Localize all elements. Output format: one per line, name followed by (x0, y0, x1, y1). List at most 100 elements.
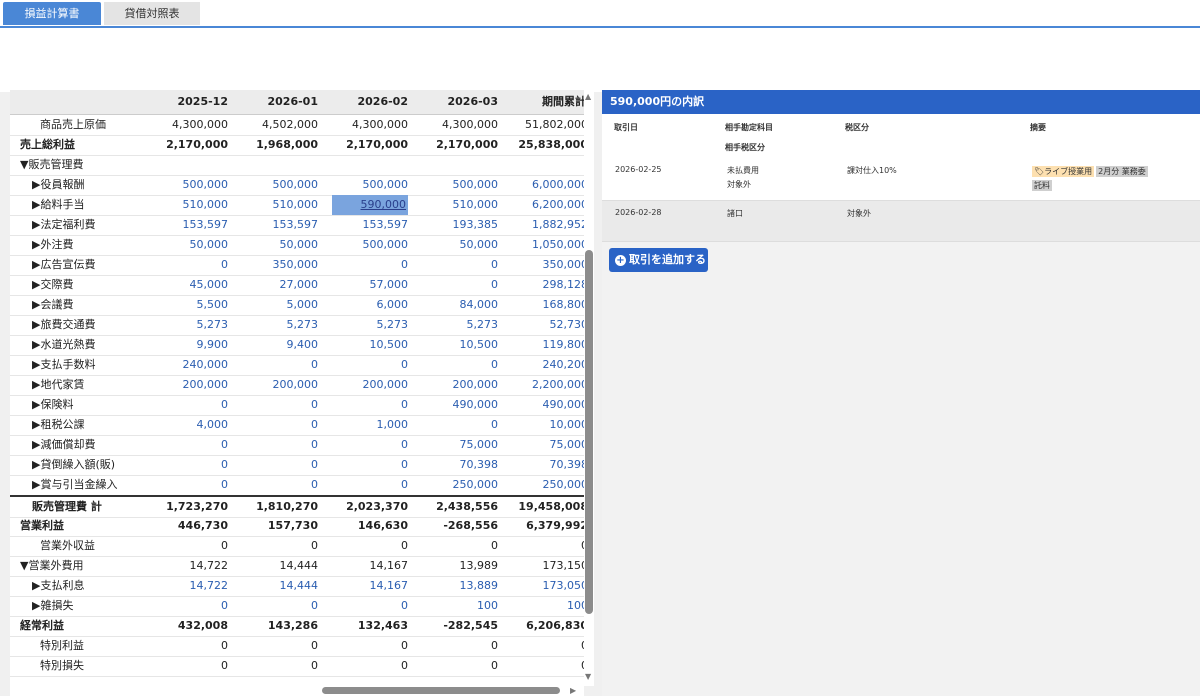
memo-tag[interactable]: 2月分 業務委 (1096, 166, 1148, 177)
table-cell[interactable]: 10,000 (510, 415, 585, 435)
table-cell[interactable]: 4,000 (150, 415, 229, 435)
transaction-row[interactable]: 2026-02-28 諸口 対象外 (602, 201, 1200, 242)
table-cell[interactable]: 100 (510, 596, 584, 616)
row-label[interactable]: ▶租税公課 (32, 415, 84, 435)
table-cell[interactable]: 84,000 (420, 295, 499, 315)
table-cell[interactable]: 0 (150, 395, 228, 415)
row-label[interactable]: ▶地代家賃 (32, 375, 84, 395)
table-cell[interactable]: 50,000 (420, 235, 499, 255)
row-label[interactable]: ▶減価償却費 (32, 435, 95, 455)
table-cell[interactable]: 0 (330, 255, 408, 275)
table-cell[interactable]: 13,889 (420, 576, 499, 596)
table-cell[interactable]: 0 (420, 255, 498, 275)
table-cell[interactable]: 0 (240, 355, 318, 375)
memo-tag-continued[interactable]: 託料 (1032, 180, 1052, 191)
transaction-row[interactable]: 2026-02-25 未払費用 対象外 課対仕入10% 🏷ライブ授業用 2月分 業… (602, 158, 1200, 201)
tab-income-statement[interactable]: 損益計算書 (3, 2, 101, 25)
table-cell[interactable]: 5,273 (240, 315, 319, 335)
table-cell[interactable]: 9,400 (240, 335, 319, 355)
table-cell[interactable]: 5,273 (420, 315, 499, 335)
row-label[interactable]: ▶水道光熱費 (32, 335, 95, 355)
table-cell[interactable]: 45,000 (150, 275, 229, 295)
table-cell[interactable]: 240,000 (150, 355, 229, 375)
tag-icon-label[interactable]: 🏷ライブ授業用 (1032, 166, 1095, 177)
table-cell[interactable]: 490,000 (510, 395, 585, 415)
table-cell[interactable]: 0 (330, 455, 408, 475)
table-cell[interactable]: 14,722 (150, 576, 229, 596)
table-cell[interactable]: 0 (240, 475, 318, 495)
table-cell[interactable]: 0 (240, 455, 318, 475)
table-cell[interactable]: 52,730 (510, 315, 585, 335)
table-cell[interactable]: 119,800 (510, 335, 585, 355)
table-cell[interactable]: 298,128 (510, 275, 585, 295)
table-cell[interactable]: 200,000 (420, 375, 499, 395)
row-label[interactable]: ▶雑損失 (32, 596, 73, 616)
table-cell[interactable]: 0 (330, 596, 408, 616)
table-cell[interactable]: 27,000 (240, 275, 319, 295)
table-cell[interactable]: 6,000 (330, 295, 409, 315)
table-cell[interactable]: 57,000 (330, 275, 409, 295)
table-cell[interactable]: 490,000 (420, 395, 499, 415)
row-label[interactable]: ▶会議費 (32, 295, 73, 315)
table-cell[interactable]: 14,444 (240, 576, 319, 596)
table-cell[interactable]: 50,000 (240, 235, 319, 255)
table-cell[interactable]: 0 (150, 475, 228, 495)
row-label[interactable]: ▶旅費交通費 (32, 315, 95, 335)
row-label[interactable]: ▶外注費 (32, 235, 73, 255)
vertical-scrollbar[interactable]: ▲ ▼ (584, 90, 594, 686)
table-cell[interactable]: 500,000 (240, 175, 319, 195)
table-cell[interactable]: 75,000 (510, 435, 585, 455)
table-cell[interactable]: 5,273 (150, 315, 229, 335)
table-cell[interactable]: 5,000 (240, 295, 319, 315)
table-cell[interactable]: 1,000 (330, 415, 409, 435)
table-cell[interactable]: 2,200,000 (510, 375, 584, 395)
table-cell[interactable]: 9,900 (150, 335, 229, 355)
scroll-right-arrow[interactable]: ▶ (570, 686, 576, 695)
table-cell[interactable]: 70,398 (510, 455, 585, 475)
table-cell[interactable]: 590,000 (332, 195, 408, 215)
table-cell[interactable]: 0 (420, 275, 498, 295)
table-cell[interactable]: 0 (240, 596, 318, 616)
table-cell[interactable]: 350,000 (510, 255, 585, 275)
row-label[interactable]: ▶支払手数料 (32, 355, 95, 375)
table-cell[interactable]: 5,500 (150, 295, 229, 315)
table-cell[interactable]: 0 (240, 415, 318, 435)
table-cell[interactable]: 0 (150, 255, 228, 275)
table-cell[interactable]: 500,000 (420, 175, 499, 195)
table-cell[interactable]: 0 (240, 435, 318, 455)
table-cell[interactable]: 350,000 (240, 255, 319, 275)
scroll-up-arrow[interactable]: ▲ (585, 92, 591, 101)
table-cell[interactable]: 10,500 (330, 335, 409, 355)
table-cell[interactable]: 70,398 (420, 455, 499, 475)
row-label[interactable]: ▶支払利息 (32, 576, 84, 596)
table-cell[interactable]: 0 (150, 455, 228, 475)
table-cell[interactable]: 153,597 (240, 215, 319, 235)
table-cell[interactable]: 240,200 (510, 355, 585, 375)
table-cell[interactable]: 510,000 (240, 195, 319, 215)
table-cell[interactable]: 6,200,000 (510, 195, 584, 215)
table-cell[interactable]: 100 (420, 596, 498, 616)
table-cell[interactable]: 153,597 (150, 215, 229, 235)
table-cell[interactable]: 168,800 (510, 295, 585, 315)
table-cell[interactable]: 0 (150, 596, 228, 616)
table-cell[interactable]: 5,273 (330, 315, 409, 335)
row-label[interactable]: ▶役員報酬 (32, 175, 84, 195)
add-transaction-button[interactable]: + 取引を追加する (609, 248, 708, 272)
horizontal-scroll-thumb[interactable] (322, 687, 560, 694)
row-label[interactable]: ▶広告宣伝費 (32, 255, 95, 275)
row-label[interactable]: ▼販売管理費 (20, 155, 83, 175)
row-label[interactable]: ▶給料手当 (32, 195, 84, 215)
table-cell[interactable]: 0 (330, 355, 408, 375)
table-cell[interactable]: 250,000 (420, 475, 499, 495)
table-cell[interactable]: 50,000 (150, 235, 229, 255)
row-label[interactable]: ▶法定福利費 (32, 215, 95, 235)
table-cell[interactable]: 1,882,952 (510, 215, 584, 235)
row-label[interactable]: ▶保険料 (32, 395, 73, 415)
table-cell[interactable]: 193,385 (420, 215, 499, 235)
table-cell[interactable]: 500,000 (150, 175, 229, 195)
table-cell[interactable]: 0 (420, 415, 498, 435)
row-label[interactable]: ▶貸倒繰入額(販) (32, 455, 115, 475)
row-label[interactable]: ▼営業外費用 (20, 556, 83, 576)
table-cell[interactable]: 153,597 (330, 215, 409, 235)
table-cell[interactable]: 200,000 (240, 375, 319, 395)
